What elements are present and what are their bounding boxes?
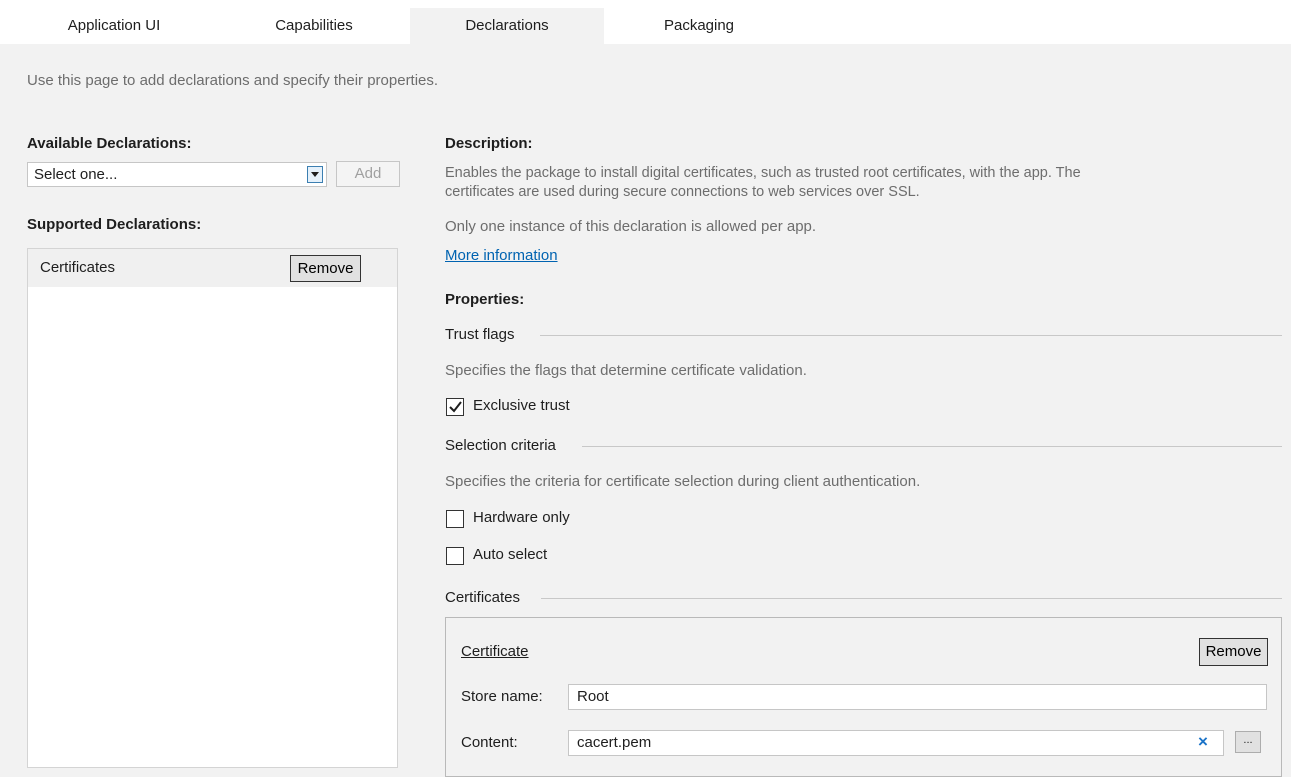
trust-flags-description: Specifies the flags that determine certi… (445, 362, 807, 379)
clear-icon[interactable]: × (1198, 732, 1208, 752)
available-declarations-heading: Available Declarations: (27, 135, 192, 152)
list-item-label: Certificates (40, 259, 116, 276)
tab-declarations[interactable]: Declarations (410, 8, 604, 44)
properties-heading: Properties: (445, 291, 525, 308)
divider (541, 598, 1282, 599)
selection-criteria-title: Selection criteria (445, 437, 556, 454)
supported-declarations-heading: Supported Declarations: (27, 216, 202, 233)
tab-packaging[interactable]: Packaging (604, 8, 794, 44)
tab-capabilities[interactable]: Capabilities (218, 8, 410, 44)
checkmark-icon (449, 401, 462, 413)
chevron-down-icon[interactable] (307, 166, 323, 183)
list-item[interactable]: Certificates Remove (28, 249, 397, 287)
description-heading: Description: (445, 135, 533, 152)
hardware-only-label: Hardware only (473, 509, 570, 526)
supported-declarations-list: Certificates Remove (27, 248, 398, 768)
content-label: Content: (461, 734, 518, 751)
auto-select-label: Auto select (473, 546, 548, 563)
auto-select-checkbox[interactable] (446, 547, 464, 565)
content-value: cacert.pem (577, 734, 652, 751)
instance-note: Only one instance of this declaration is… (445, 218, 817, 235)
certificates-title: Certificates (445, 589, 521, 606)
certificate-entry-title: Certificate (461, 643, 529, 660)
tab-bar: Application UI Capabilities Declarations… (0, 0, 1291, 44)
divider (540, 335, 1282, 336)
certificate-entry: Certificate Remove Store name: Root Cont… (445, 617, 1282, 777)
description-line-1: Enables the package to install digital c… (445, 165, 1081, 181)
description-text: Enables the package to install digital c… (445, 164, 1285, 202)
exclusive-trust-label: Exclusive trust (473, 397, 570, 414)
trust-flags-title: Trust flags (445, 326, 515, 343)
remove-declaration-button[interactable]: Remove (290, 255, 361, 282)
browse-button[interactable]: ... (1235, 731, 1261, 753)
content-field[interactable]: cacert.pem × (568, 730, 1224, 756)
page-intro: Use this page to add declarations and sp… (27, 72, 439, 89)
more-information-link[interactable]: More information (445, 247, 558, 264)
exclusive-trust-checkbox[interactable] (446, 398, 464, 416)
tab-application-ui[interactable]: Application UI (10, 8, 218, 44)
declaration-select[interactable]: Select one... (27, 162, 327, 187)
description-line-2: certificates are used during secure conn… (445, 184, 920, 200)
divider (582, 446, 1282, 447)
add-button[interactable]: Add (336, 161, 400, 187)
store-name-value: Root (577, 688, 609, 705)
store-name-label: Store name: (461, 688, 543, 705)
declaration-select-value: Select one... (34, 166, 118, 183)
selection-criteria-description: Specifies the criteria for certificate s… (445, 473, 921, 490)
hardware-only-checkbox[interactable] (446, 510, 464, 528)
remove-certificate-button[interactable]: Remove (1199, 638, 1268, 666)
store-name-field[interactable]: Root (568, 684, 1267, 710)
